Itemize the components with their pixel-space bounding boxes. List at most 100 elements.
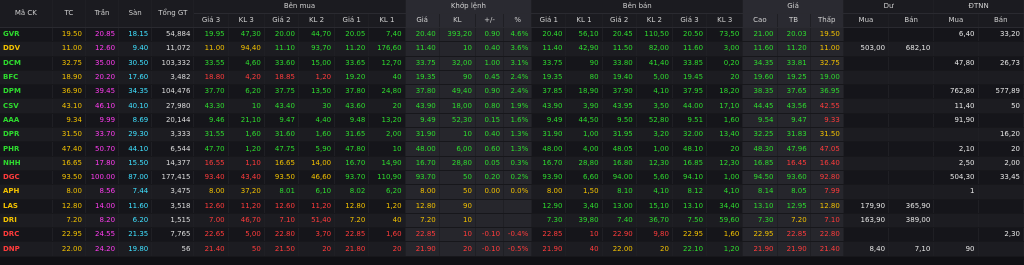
cell-m: 33.75 [405, 56, 440, 71]
table-row[interactable]: LAS 12.80 14.00 11.60 3,518 12.60 11,20 12.60 11… [0, 199, 1024, 214]
subheader-4[interactable]: Giá 1 [334, 13, 370, 28]
header-reference[interactable]: TC [52, 0, 86, 28]
cell-tc: 36.90 [52, 84, 86, 100]
cell-sym[interactable]: CSV [0, 98, 53, 114]
cell-ceil: 12.60 [85, 41, 120, 57]
subheader-22[interactable]: Bán [978, 13, 1024, 28]
cell-s2: 43.95 [602, 98, 637, 114]
subheader-16[interactable]: Cao [742, 13, 778, 28]
header-symbol[interactable]: Mã CK [0, 0, 53, 28]
cell-sym[interactable]: DCM [0, 56, 53, 71]
cell-fm: 47,80 [933, 56, 979, 71]
cell-s3: 13.10 [672, 199, 708, 214]
table-row[interactable]: DRI 7.20 8.20 6.20 1,515 7.00 46,70 7.10 51,40 7.… [0, 213, 1024, 229]
cell-sym[interactable]: DPM [0, 84, 53, 100]
table-row[interactable]: GVR 19.50 20.85 18.15 54,884 19.95 47,30 20.00 4… [0, 27, 1024, 43]
subheader-9[interactable]: % [503, 13, 533, 28]
subheader-2[interactable]: Giá 2 [264, 13, 299, 28]
cell-sym[interactable]: LAS [0, 199, 53, 214]
cell-sym[interactable]: AAA [0, 113, 53, 129]
cell-ks1: 1,00 [565, 127, 603, 143]
cell-sym[interactable]: PHR [0, 141, 53, 157]
subheader-18[interactable]: Thấp [810, 13, 844, 28]
table-row[interactable]: DPR 31.50 33.70 29.30 3,333 31.55 1,60 31.60 1,6… [0, 127, 1024, 143]
cell-sym[interactable]: BFC [0, 70, 53, 86]
cell-lo: 22.80 [810, 227, 844, 243]
cell-sym[interactable]: DDV [0, 41, 53, 57]
cell-sym[interactable]: APH [0, 184, 53, 200]
cell-lo: 32.75 [810, 56, 844, 71]
cell-s2: 20.45 [602, 27, 637, 43]
cell-m: 16.70 [405, 156, 440, 171]
cell-ks1: 90 [565, 56, 603, 71]
table-row[interactable]: DCM 32.75 35.00 30.50 103,332 33.55 4,60 33.60 1… [0, 56, 1024, 71]
subheader-15[interactable]: KL 3 [706, 13, 744, 28]
header-floor[interactable]: Sàn [118, 0, 153, 28]
table-row[interactable]: DPM 36.90 39.45 34.35 104,476 37.70 6,20 37.75 1… [0, 84, 1024, 100]
header-ask-group: Bên bán [531, 0, 744, 14]
subheader-20[interactable]: Bán [888, 13, 935, 28]
subheader-19[interactable]: Mua [843, 13, 890, 28]
subheader-17[interactable]: TB [777, 13, 811, 28]
subheader-13[interactable]: KL 2 [636, 13, 673, 28]
table-row[interactable]: DGC 93.50 100.00 87.00 177,415 93.40 43,40 93.5… [0, 170, 1024, 186]
table-row[interactable]: AAA 9.34 9.99 8.69 20,144 9.46 21,10 9.47 4,40 9.… [0, 113, 1024, 129]
cell-tc: 11.00 [52, 41, 86, 57]
subheader-11[interactable]: KL 1 [565, 13, 603, 28]
table-row[interactable]: BFC 18.90 20.20 17.60 3,482 18.80 4,20 18.85 1,2… [0, 70, 1024, 86]
subheader-1[interactable]: KL 3 [228, 13, 265, 28]
cell-b2: 11.10 [264, 41, 299, 57]
cell-tc: 19.50 [52, 27, 86, 43]
cell-b1: 21.80 [334, 241, 370, 257]
table-row[interactable]: DRC 22.95 24.55 21.35 7,765 22.65 5,00 22.80 3,7… [0, 227, 1024, 243]
cell-hi: 9.54 [742, 113, 778, 129]
cell-sym[interactable]: NHH [0, 156, 53, 171]
cell-sym[interactable]: DRC [0, 227, 53, 243]
subheader-10[interactable]: Giá 1 [531, 13, 567, 28]
table-row[interactable]: PHR 47.40 50.70 44.10 6,544 47.70 1,20 47.75 5,9… [0, 141, 1024, 157]
subheader-3[interactable]: KL 2 [298, 13, 336, 28]
table-row[interactable]: CSV 43.10 46.10 40.10 27,980 43.30 10 43.40 30 43… [0, 98, 1024, 114]
cell-fm: 6,40 [933, 27, 979, 43]
subheader-14[interactable]: Giá 3 [672, 13, 708, 28]
cell-fb: 33,20 [978, 27, 1024, 43]
cell-ks2: 5,60 [636, 170, 673, 186]
cell-sym[interactable]: DRI [0, 213, 53, 229]
cell-sym[interactable]: DGC [0, 170, 53, 186]
cell-kb3: 46,70 [228, 213, 265, 229]
cell-m: 31.90 [405, 127, 440, 143]
cell-s2: 19.40 [602, 70, 637, 86]
cell-kb3: 1,20 [228, 141, 265, 157]
cell-km: 18,00 [439, 98, 476, 114]
cell-b3: 47.70 [193, 141, 229, 157]
subheader-6[interactable]: Giá [405, 13, 440, 28]
subheader-12[interactable]: Giá 2 [602, 13, 637, 28]
header-ceiling[interactable]: Trần [85, 0, 120, 28]
table-row[interactable]: DNP 22.00 24.20 19.80 56 21.40 50 21.50 20 21.80 2… [0, 241, 1024, 257]
subheader-21[interactable]: Mua [933, 13, 979, 28]
cell-dm [843, 141, 890, 157]
subheader-0[interactable]: Giá 3 [193, 13, 229, 28]
cell-b3: 9.46 [193, 113, 229, 129]
subheader-8[interactable]: +/- [475, 13, 505, 28]
header-total-value[interactable]: Tổng GT [151, 0, 195, 28]
cell-kb1: 1,20 [368, 199, 406, 214]
cell-sym[interactable]: DPR [0, 127, 53, 143]
cell-kb2: 4,40 [298, 113, 336, 129]
cell-avg: 8.05 [777, 184, 811, 200]
cell-b2: 43.40 [264, 98, 299, 114]
cell-tot: 14,377 [151, 156, 195, 171]
cell-fb [978, 70, 1024, 86]
cell-sym[interactable]: GVR [0, 27, 53, 43]
cell-ks2: 3,50 [636, 98, 673, 114]
cell-sym[interactable]: DNP [0, 241, 53, 257]
cell-ks2: 15,10 [636, 199, 673, 214]
table-row[interactable]: APH 8.00 8.56 7.44 3,475 8.00 37,20 8.01 6,10 8.0… [0, 184, 1024, 200]
table-row[interactable]: DDV 11.00 12.60 9.40 11,072 11.00 94,40 11.10 93… [0, 41, 1024, 57]
table-row[interactable]: NHH 16.65 17.80 15.50 14,377 16.55 1,10 16.65 14… [0, 156, 1024, 171]
cell-m: 37.80 [405, 84, 440, 100]
cell-fm [933, 70, 979, 86]
cell-km: 32,00 [439, 56, 476, 71]
subheader-7[interactable]: KL [439, 13, 476, 28]
subheader-5[interactable]: KL 1 [368, 13, 406, 28]
